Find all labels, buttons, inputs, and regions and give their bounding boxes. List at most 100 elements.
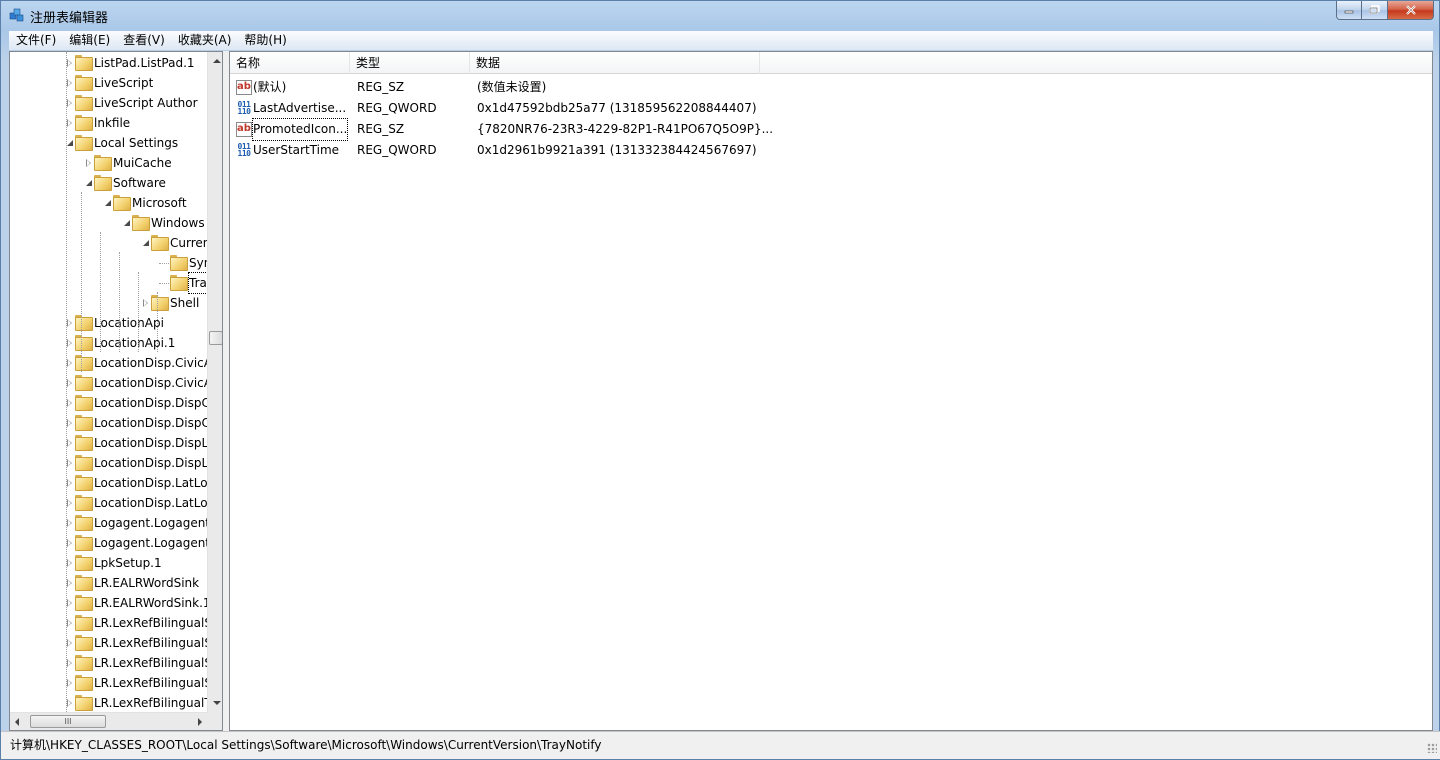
collapsed-arrow-icon[interactable]	[67, 699, 72, 707]
maximize-button[interactable]	[1362, 1, 1388, 20]
menu-help[interactable]: 帮助(H)	[237, 31, 292, 50]
collapsed-arrow-icon[interactable]	[67, 559, 72, 567]
expanded-arrow-icon[interactable]	[124, 220, 130, 226]
value-row[interactable]: ab (默认) REG_SZ (数值未设置)	[230, 77, 1030, 98]
tree-item[interactable]: SyncMgr	[10, 253, 207, 273]
resize-grip-icon[interactable]	[1427, 743, 1437, 753]
collapsed-arrow-icon[interactable]	[67, 419, 72, 427]
expanded-arrow-icon[interactable]	[67, 140, 73, 146]
tree-item[interactable]: LR.LexRefBilingualService	[10, 613, 207, 633]
tree-item[interactable]: Shell	[10, 293, 207, 313]
collapsed-arrow-icon[interactable]	[67, 459, 72, 467]
expanded-arrow-icon[interactable]	[86, 180, 92, 186]
tree-item[interactable]: LR.LexRefBilingualTextContext	[10, 693, 207, 712]
tree-item[interactable]: LocationApi	[10, 313, 207, 333]
tree-item[interactable]: LocationApi.1	[10, 333, 207, 353]
menu-view[interactable]: 查看(V)	[116, 31, 171, 50]
menu-edit[interactable]: 编辑(E)	[62, 31, 116, 50]
tree-item[interactable]: Local Settings	[10, 133, 207, 153]
tree-item[interactable]: TrayNotify	[10, 272, 207, 294]
title-bar[interactable]: 注册表编辑器	[1, 1, 1439, 29]
folder-icon	[75, 655, 93, 671]
vertical-scroll-thumb[interactable]	[209, 331, 222, 345]
tree-item[interactable]: Software	[10, 173, 207, 193]
registry-editor-icon	[9, 8, 24, 22]
tree-item[interactable]: LR.LexRefBilingualServiceFactory	[10, 653, 207, 673]
close-button[interactable]	[1388, 1, 1434, 20]
tree-item[interactable]: LR.LexRefBilingualService.1	[10, 633, 207, 653]
tree-item[interactable]: LiveScript Author	[10, 93, 207, 113]
tree-item[interactable]: lnkfile	[10, 113, 207, 133]
tree-item[interactable]: Logagent.Logagent	[10, 513, 207, 533]
window-title: 注册表编辑器	[30, 11, 109, 26]
collapsed-arrow-icon[interactable]	[67, 639, 72, 647]
folder-icon	[151, 295, 169, 311]
collapsed-arrow-icon[interactable]	[67, 599, 72, 607]
collapsed-arrow-icon[interactable]	[67, 479, 72, 487]
tree-item[interactable]: LocationDisp.CivicAddressReport	[10, 353, 207, 373]
expanded-arrow-icon[interactable]	[105, 200, 111, 206]
menu-favorites[interactable]: 收藏夹(A)	[171, 31, 238, 50]
tree-vertical-scrollbar[interactable]	[207, 52, 222, 712]
collapsed-arrow-icon[interactable]	[67, 99, 72, 107]
tree-item[interactable]: ListPad.ListPad.1	[10, 53, 207, 73]
collapsed-arrow-icon[interactable]	[143, 299, 148, 307]
collapsed-arrow-icon[interactable]	[67, 519, 72, 527]
values-list[interactable]: 名称 类型 数据 ab (默认) REG_SZ (数值未设置) 011 110 LastAd…	[229, 51, 1433, 731]
tree-item[interactable]: LocationDisp.DispCivicAddressReport.1	[10, 413, 207, 433]
tree-item-label: LocationDisp.DispLatLongReport.1	[94, 456, 207, 470]
value-row[interactable]: 011 110 UserStartTime REG_QWORD 0x1d2961b992…	[230, 140, 1030, 161]
expanded-arrow-icon[interactable]	[143, 240, 149, 246]
tree-item[interactable]: MuiCache	[10, 153, 207, 173]
collapsed-arrow-icon[interactable]	[67, 439, 72, 447]
registry-tree[interactable]: ListPad.ListPad.1 LiveScript LiveScript Au…	[9, 51, 223, 731]
collapsed-arrow-icon[interactable]	[67, 339, 72, 347]
minimize-button[interactable]	[1336, 1, 1362, 20]
column-header-data[interactable]: 数据	[470, 52, 760, 74]
tree-item[interactable]: LiveScript	[10, 73, 207, 93]
tree-item[interactable]: CurrentVersion	[10, 233, 207, 253]
collapsed-arrow-icon[interactable]	[86, 159, 91, 167]
collapsed-arrow-icon[interactable]	[67, 539, 72, 547]
tree-item[interactable]: LocationDisp.LatLongReport	[10, 473, 207, 493]
collapsed-arrow-icon[interactable]	[67, 59, 72, 67]
tree-item[interactable]: LR.LexRefBilingualServiceFactory.1	[10, 673, 207, 693]
tree-item[interactable]: LocationDisp.DispCivicAddressReport	[10, 393, 207, 413]
column-header-name[interactable]: 名称	[230, 52, 350, 74]
client-area: ListPad.ListPad.1 LiveScript LiveScript Au…	[9, 51, 1433, 731]
collapsed-arrow-icon[interactable]	[67, 359, 72, 367]
tree-item[interactable]: Windows	[10, 213, 207, 233]
tree-item[interactable]: LocationDisp.CivicAddressReportFactory	[10, 373, 207, 393]
scroll-up-arrow-icon[interactable]	[213, 59, 221, 63]
tree-item-label: Shell	[170, 296, 200, 310]
collapsed-arrow-icon[interactable]	[67, 319, 72, 327]
tree-guide-line	[138, 272, 139, 352]
scroll-right-arrow-icon[interactable]	[198, 718, 202, 726]
collapsed-arrow-icon[interactable]	[67, 619, 72, 627]
scroll-left-arrow-icon[interactable]	[15, 718, 19, 726]
column-header-type[interactable]: 类型	[350, 52, 470, 74]
collapsed-arrow-icon[interactable]	[67, 659, 72, 667]
tree-item[interactable]: LR.EALRWordSink.1	[10, 593, 207, 613]
collapsed-arrow-icon[interactable]	[67, 499, 72, 507]
tree-item[interactable]: LpkSetup.1	[10, 553, 207, 573]
tree-item[interactable]: Microsoft	[10, 193, 207, 213]
tree-item[interactable]: LocationDisp.DispLatLongReport	[10, 433, 207, 453]
value-row[interactable]: ab PromotedIcon... REG_SZ {7820NR76-23R3-42…	[230, 118, 1030, 141]
collapsed-arrow-icon[interactable]	[67, 399, 72, 407]
collapsed-arrow-icon[interactable]	[67, 679, 72, 687]
tree-horizontal-scrollbar[interactable]: III	[10, 712, 207, 730]
tree-item[interactable]: LocationDisp.LatLongReportFactory	[10, 493, 207, 513]
collapsed-arrow-icon[interactable]	[67, 79, 72, 87]
collapsed-arrow-icon[interactable]	[67, 119, 72, 127]
collapsed-arrow-icon[interactable]	[67, 379, 72, 387]
tree-item-label: LiveScript	[94, 76, 154, 90]
tree-item[interactable]: LR.EALRWordSink	[10, 573, 207, 593]
tree-item[interactable]: LocationDisp.DispLatLongReport.1	[10, 453, 207, 473]
collapsed-arrow-icon[interactable]	[67, 579, 72, 587]
tree-item[interactable]: Logagent.Logagent.1	[10, 533, 207, 553]
scroll-down-arrow-icon[interactable]	[213, 701, 221, 705]
value-row[interactable]: 011 110 LastAdvertise... REG_QWORD 0x1d47592…	[230, 98, 1030, 119]
menu-file[interactable]: 文件(F)	[9, 31, 62, 50]
horizontal-scroll-thumb[interactable]: III	[30, 715, 106, 728]
